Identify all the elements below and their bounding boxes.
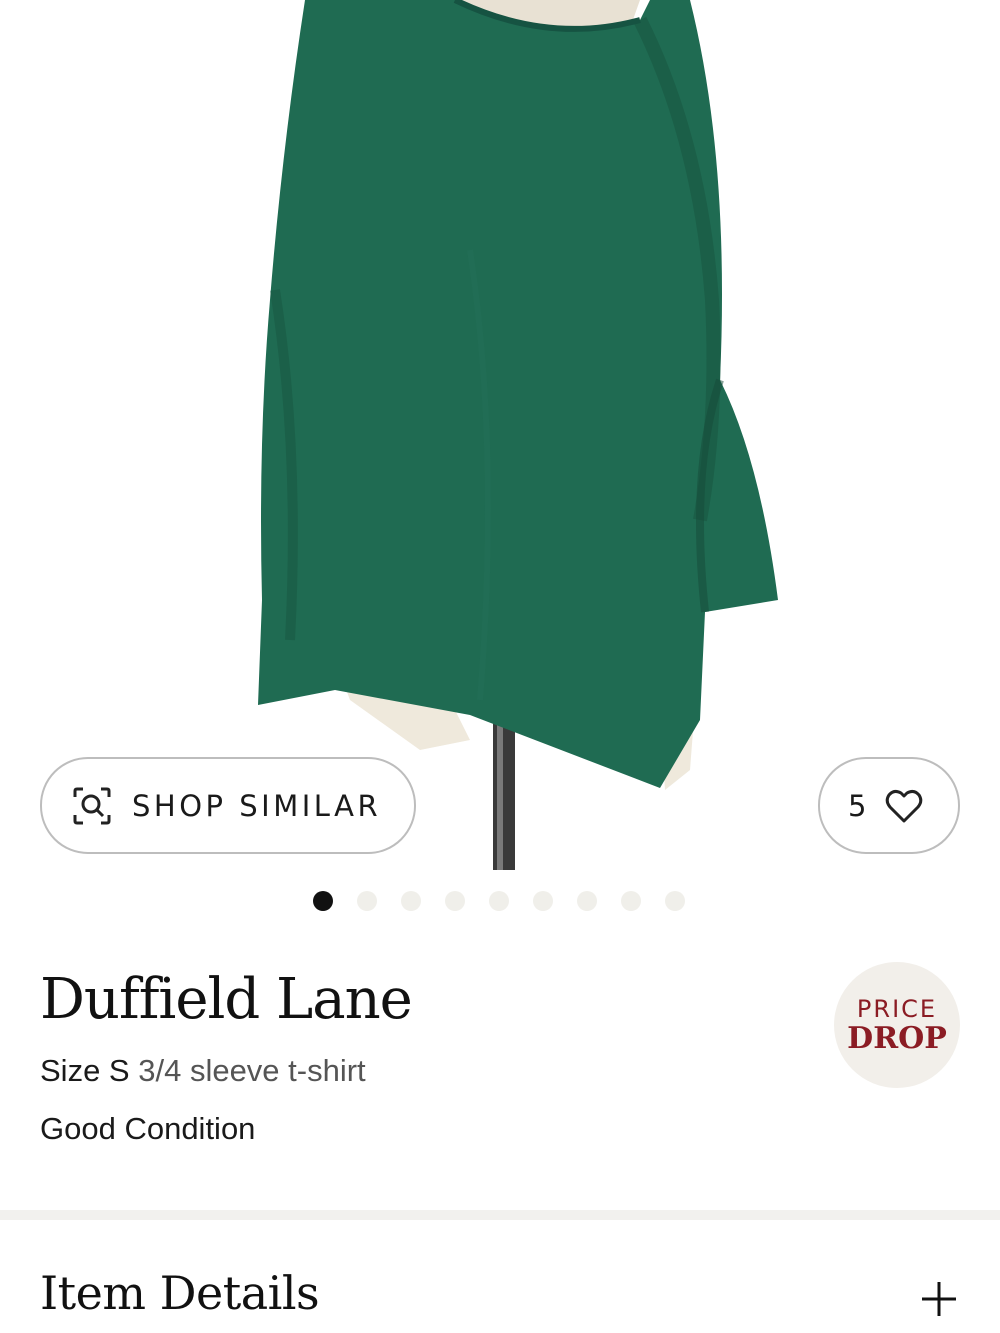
carousel-dot[interactable]: [445, 891, 465, 911]
plus-icon[interactable]: [920, 1280, 958, 1318]
visual-search-icon: [72, 786, 112, 826]
section-divider: [0, 1210, 1000, 1220]
favorite-count: 5: [848, 788, 867, 823]
price-drop-badge: PRICE DROP: [834, 962, 960, 1088]
size-and-type: Size S 3/4 sleeve t-shirt: [40, 1053, 366, 1089]
brand-name[interactable]: Duffield Lane: [40, 967, 413, 1032]
item-condition: Good Condition: [40, 1111, 256, 1146]
carousel-dot[interactable]: [665, 891, 685, 911]
carousel-dot[interactable]: [401, 891, 421, 911]
item-type: 3/4 sleeve t-shirt: [138, 1053, 366, 1088]
carousel-dot[interactable]: [577, 891, 597, 911]
carousel-pagination: [313, 891, 709, 911]
badge-line-1: PRICE: [856, 995, 938, 1023]
favorite-button[interactable]: 5: [818, 757, 960, 854]
shop-similar-label: SHOP SIMILAR: [132, 788, 382, 823]
item-details-heading[interactable]: Item Details: [40, 1266, 320, 1320]
carousel-dot[interactable]: [533, 891, 553, 911]
heart-icon: [884, 786, 924, 826]
shop-similar-button[interactable]: SHOP SIMILAR: [40, 757, 416, 854]
size-label: Size S: [40, 1053, 130, 1088]
carousel-dot[interactable]: [489, 891, 509, 911]
badge-line-2: DROP: [847, 1021, 947, 1056]
product-image[interactable]: [0, 0, 1000, 870]
product-photo: [258, 0, 778, 870]
carousel-dot[interactable]: [621, 891, 641, 911]
carousel-dot[interactable]: [313, 891, 333, 911]
carousel-dot[interactable]: [357, 891, 377, 911]
